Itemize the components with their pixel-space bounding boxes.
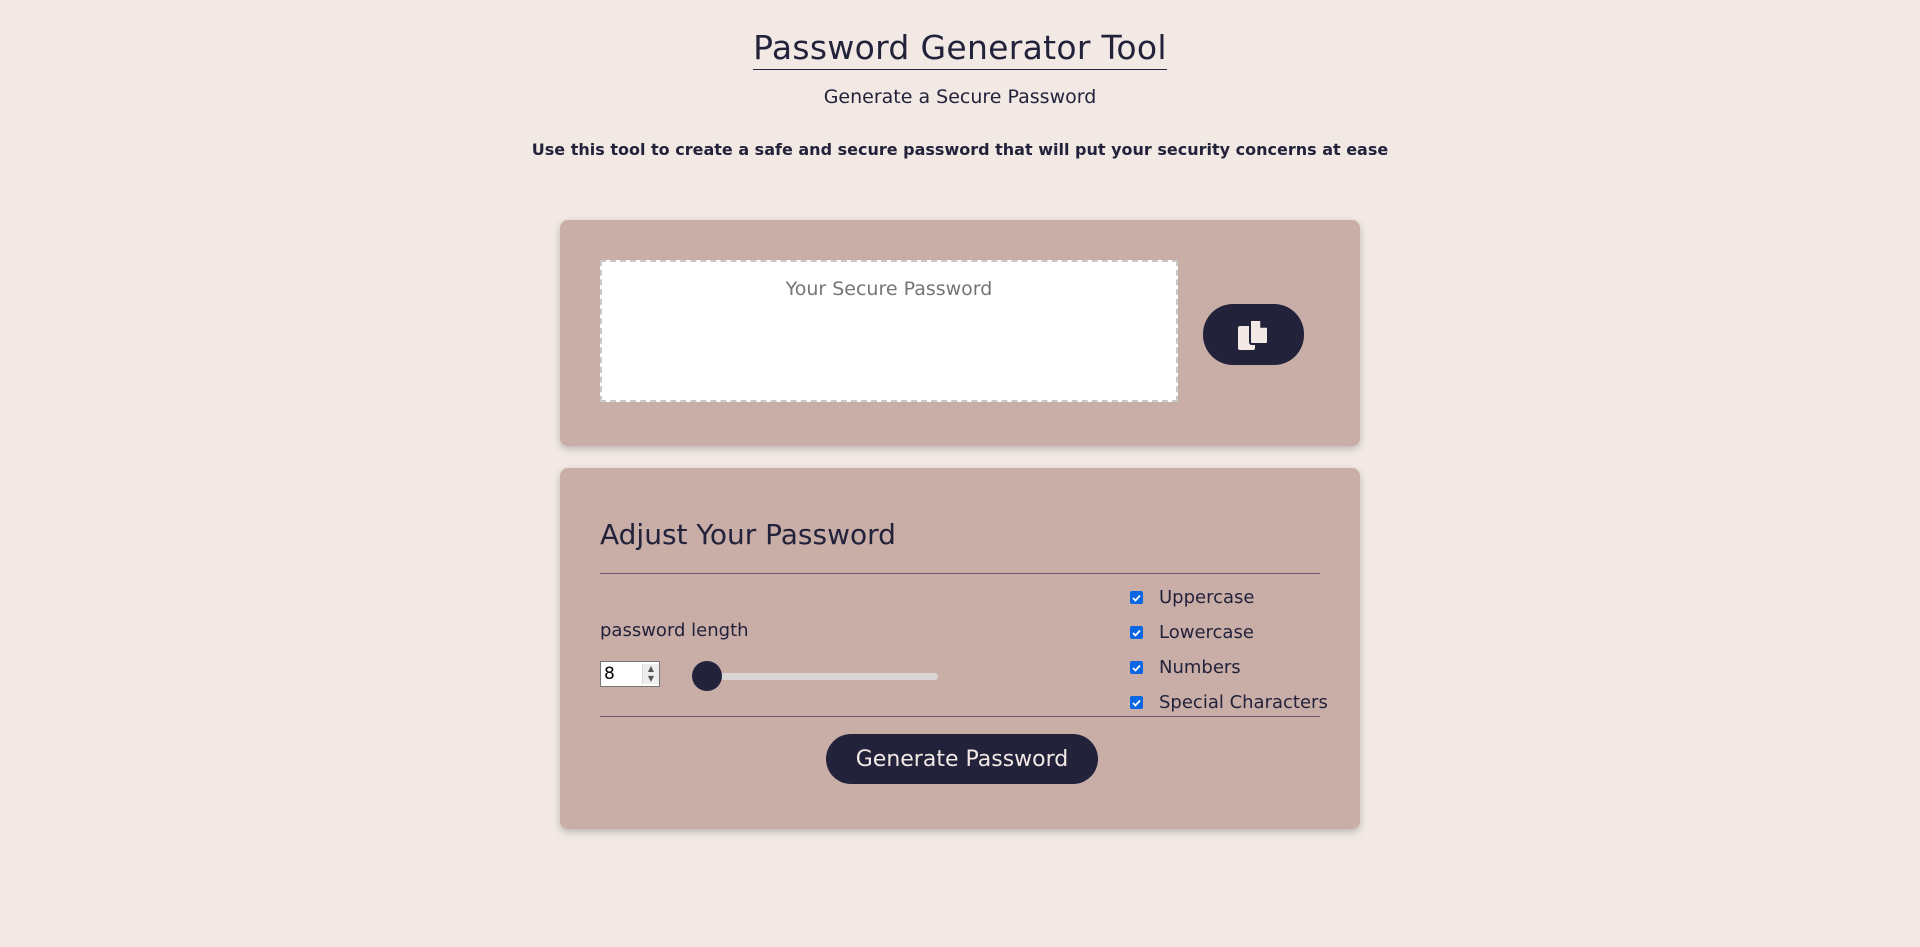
page-subtitle: Generate a Secure Password	[823, 86, 1097, 108]
page-description: Use this tool to create a safe and secur…	[531, 140, 1389, 159]
option-numbers[interactable]: Numbers	[1128, 650, 1328, 685]
divider	[600, 573, 1320, 574]
settings-title: Adjust Your Password	[600, 518, 896, 551]
uppercase-checkbox[interactable]	[1130, 591, 1143, 604]
settings-card: Adjust Your Password password length ▲ ▼…	[560, 468, 1360, 829]
uppercase-label: Uppercase	[1159, 586, 1255, 608]
slider-thumb[interactable]	[692, 661, 722, 691]
length-spinner[interactable]: ▲ ▼	[642, 664, 659, 684]
numbers-label: Numbers	[1159, 656, 1241, 678]
divider	[600, 716, 1320, 717]
checkmark-icon	[1132, 664, 1141, 672]
special-characters-checkbox[interactable]	[1130, 696, 1143, 709]
option-lowercase[interactable]: Lowercase	[1128, 615, 1328, 650]
checkmark-icon	[1132, 629, 1141, 637]
lowercase-label: Lowercase	[1159, 621, 1254, 643]
slider-track	[698, 673, 938, 680]
password-card	[560, 220, 1360, 446]
page-title: Password Generator Tool	[753, 28, 1167, 70]
spinner-down-icon[interactable]: ▼	[643, 674, 659, 684]
lowercase-checkbox[interactable]	[1130, 626, 1143, 639]
password-length-slider[interactable]	[692, 661, 944, 691]
spinner-up-icon[interactable]: ▲	[643, 664, 659, 674]
copy-button[interactable]	[1203, 304, 1304, 365]
copy-icon	[1237, 318, 1269, 350]
character-options: Uppercase Lowercase Numbers Special Char…	[1128, 580, 1328, 720]
option-special-characters[interactable]: Special Characters	[1128, 685, 1328, 720]
special-characters-label: Special Characters	[1159, 691, 1328, 713]
option-uppercase[interactable]: Uppercase	[1128, 580, 1328, 615]
checkmark-icon	[1132, 594, 1141, 602]
numbers-checkbox[interactable]	[1130, 661, 1143, 674]
page-header: Password Generator Tool Generate a Secur…	[0, 0, 1920, 160]
password-length-label: password length	[600, 620, 749, 641]
generate-password-button[interactable]: Generate Password	[826, 734, 1098, 784]
checkmark-icon	[1132, 699, 1141, 707]
password-output[interactable]	[600, 260, 1178, 402]
